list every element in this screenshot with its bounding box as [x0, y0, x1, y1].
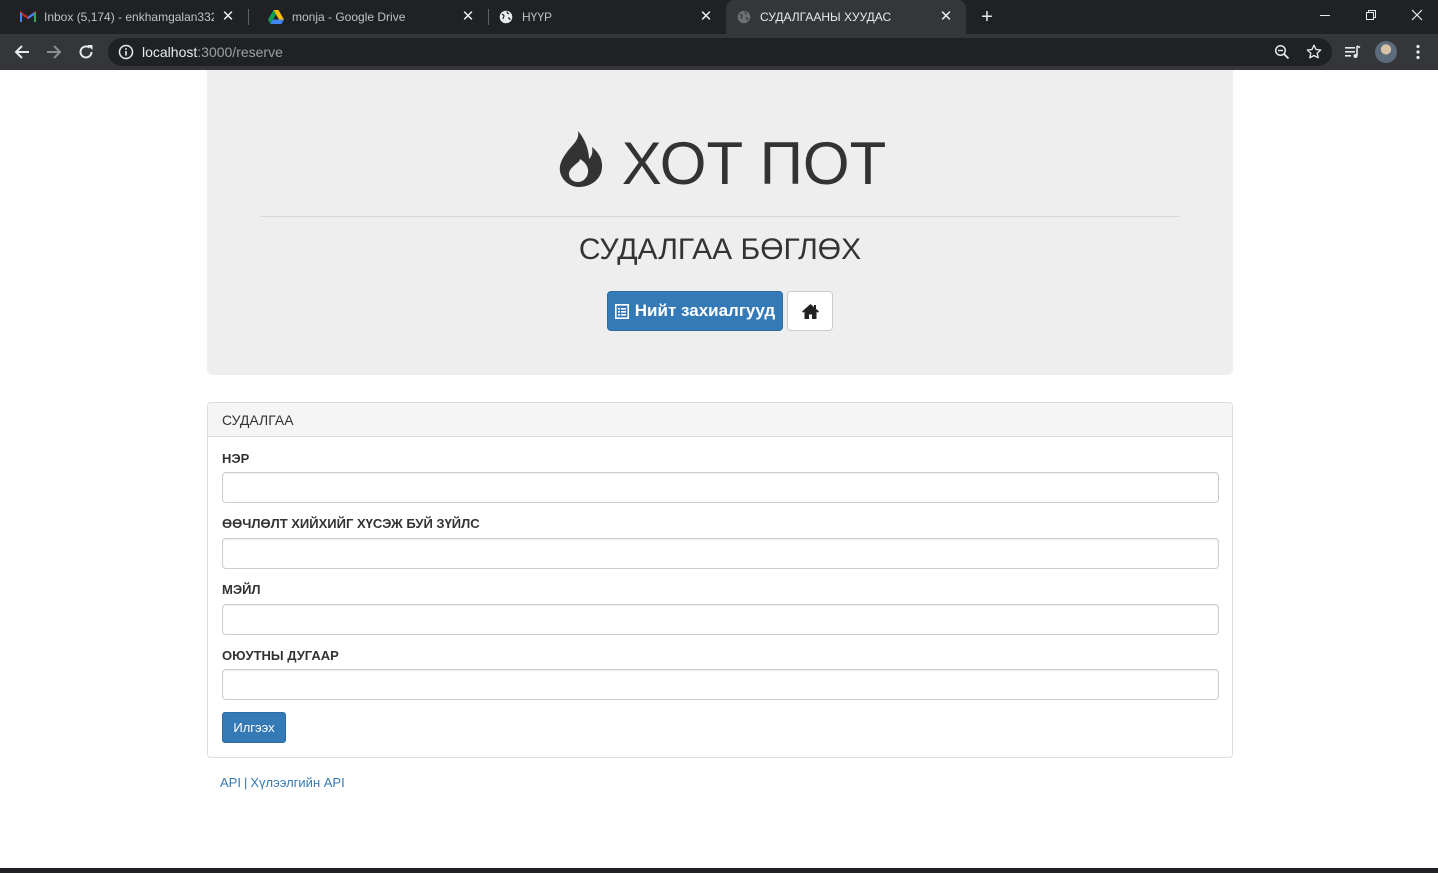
close-icon[interactable]: ✕ — [220, 9, 236, 25]
panel-title: СУДАЛГАА — [222, 412, 294, 428]
address-bar[interactable]: localhost:3000/reserve — [108, 38, 1332, 66]
all-orders-button[interactable]: Нийт захиалгууд — [607, 291, 783, 331]
divider — [261, 216, 1179, 217]
all-orders-label: Нийт захиалгууд — [634, 301, 776, 320]
waitlist-api-link[interactable]: Хүлээлгийн API — [250, 775, 344, 790]
globe-icon — [498, 9, 514, 25]
profile-avatar[interactable] — [1375, 41, 1397, 63]
arrow-left-icon — [14, 45, 29, 59]
student-id-label: ОЮУТНЫ ДУГААР — [222, 648, 339, 663]
back-button[interactable] — [8, 38, 36, 66]
close-icon — [1411, 9, 1423, 21]
new-tab-button[interactable]: + — [975, 5, 999, 29]
reload-icon — [79, 45, 93, 59]
page-content: ХОТ ПОТ СУДАЛГАА БӨГЛӨХ Нийт захиалгууд … — [0, 70, 1438, 868]
star-icon[interactable] — [1306, 44, 1322, 60]
close-icon[interactable]: ✕ — [460, 9, 476, 25]
footer-separator: | — [243, 775, 248, 790]
gmail-icon — [20, 9, 36, 25]
browser-tab-strip: Inbox (5,174) - enkhamgalan3321 ✕ monja … — [0, 0, 1438, 34]
minimize-icon — [1320, 15, 1330, 16]
url-text: localhost:3000/reserve — [142, 44, 283, 60]
submit-button[interactable]: Илгээх — [222, 712, 286, 743]
reload-button[interactable] — [72, 38, 100, 66]
page-subtitle: СУДАЛГАА БӨГЛӨХ — [578, 233, 862, 266]
google-drive-icon — [268, 9, 284, 25]
student-id-input[interactable] — [222, 669, 1219, 700]
changes-label: ӨӨЧЛӨЛТ ХИЙХИЙГ ХҮСЭЖ БУЙ ЗҮЙЛС — [222, 516, 480, 531]
taskbar-edge — [0, 868, 1438, 873]
fire-icon — [554, 130, 606, 204]
name-label: НЭР — [222, 451, 250, 466]
browser-tab-gmail[interactable]: Inbox (5,174) - enkhamgalan3321 ✕ — [0, 0, 248, 34]
window-close-button[interactable] — [1394, 0, 1438, 30]
restore-button[interactable] — [1348, 0, 1394, 30]
globe-icon — [736, 9, 752, 25]
browser-tab-drive[interactable]: monja - Google Drive ✕ — [248, 0, 488, 34]
list-alt-icon — [614, 303, 629, 319]
name-input[interactable] — [222, 472, 1219, 503]
kebab-menu-icon — [1416, 44, 1420, 60]
info-icon[interactable] — [118, 44, 134, 60]
survey-panel: СУДАЛГАА НЭР ӨӨЧЛӨЛТ ХИЙХИЙГ ХҮСЭЖ БУЙ З… — [207, 402, 1233, 758]
tab-title: НҮҮР — [522, 10, 553, 24]
tab-title: Inbox (5,174) - enkhamgalan3321 — [44, 10, 214, 24]
email-input[interactable] — [222, 604, 1219, 635]
forward-button[interactable] — [40, 38, 68, 66]
zoom-icon[interactable] — [1274, 44, 1290, 60]
minimize-button[interactable] — [1302, 0, 1348, 30]
close-icon[interactable]: ✕ — [938, 9, 954, 25]
jumbotron: ХОТ ПОТ СУДАЛГАА БӨГЛӨХ Нийт захиалгууд — [207, 70, 1233, 375]
restore-icon — [1366, 10, 1376, 20]
changes-input[interactable] — [222, 538, 1219, 569]
brand-heading: ХОТ ПОТ — [207, 128, 1233, 204]
close-icon[interactable]: ✕ — [698, 9, 714, 25]
browser-toolbar: localhost:3000/reserve — [0, 34, 1438, 70]
tab-title: monja - Google Drive — [292, 10, 406, 24]
arrow-right-icon — [47, 45, 62, 59]
home-icon — [801, 303, 819, 319]
home-button[interactable] — [787, 291, 833, 331]
browser-tab-home[interactable]: НҮҮР ✕ — [488, 0, 726, 34]
email-label: МЭЙЛ — [222, 582, 261, 597]
panel-heading: СУДАЛГАА — [208, 403, 1232, 437]
footer-links: API | Хүлээлгийн API — [220, 775, 345, 791]
api-link[interactable]: API — [220, 775, 241, 790]
browser-menu-button[interactable] — [1408, 42, 1428, 62]
media-control-button[interactable] — [1343, 42, 1363, 62]
browser-tab-survey[interactable]: СУДАЛГААНЫ ХУУДАС ✕ — [726, 0, 966, 34]
playlist-icon — [1345, 45, 1361, 58]
tab-title: СУДАЛГААНЫ ХУУДАС — [760, 10, 892, 24]
